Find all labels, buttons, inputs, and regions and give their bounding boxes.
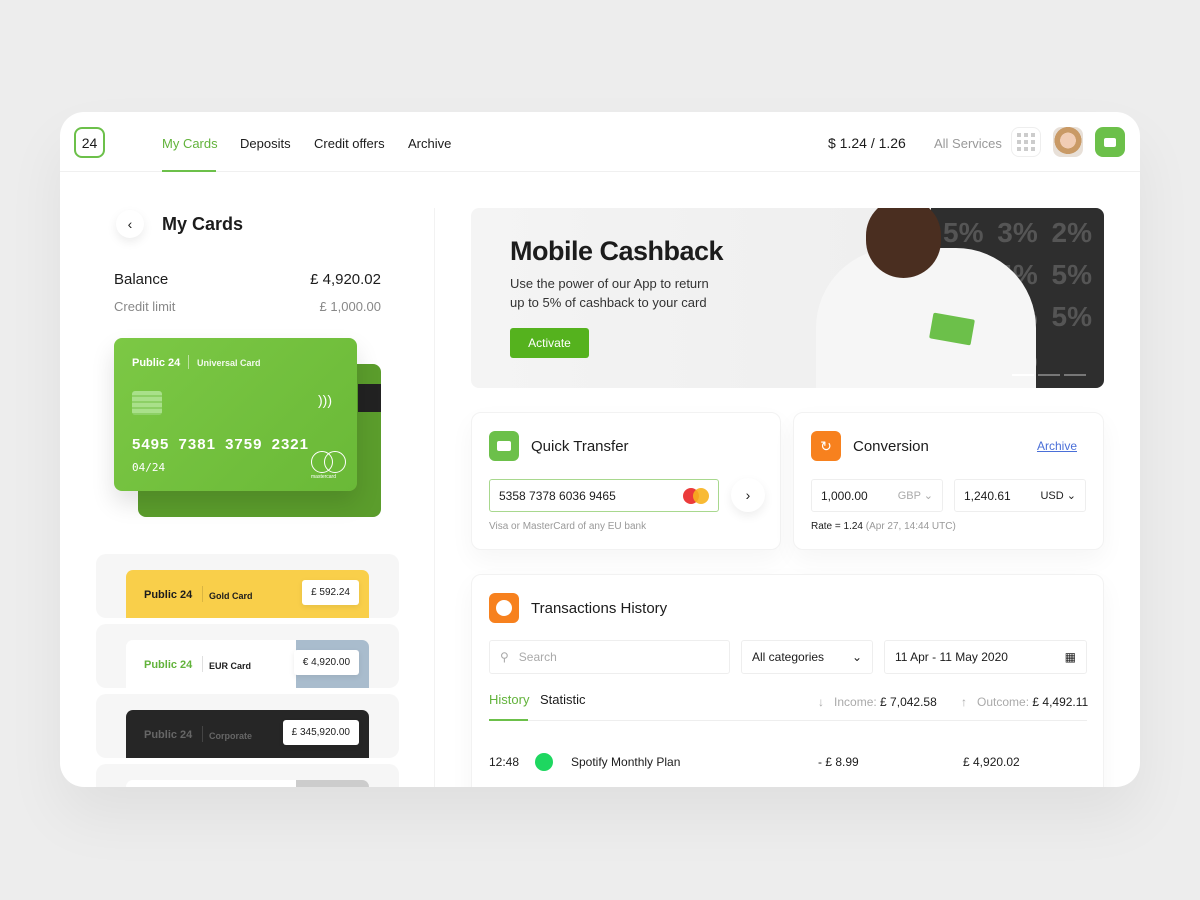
transactions-title: Transactions History [531,600,668,617]
card-number-value: 5358 7378 6036 9465 [499,488,616,503]
card-list-item[interactable]: Public 24 Gold Card £ 592.24 [96,554,399,618]
mastercard-icon [311,451,347,475]
top-bar: 24 My Cards Deposits Credit offers Archi… [60,112,1140,172]
from-amount-input[interactable]: 1,000.00 GBP ⌄ [811,479,943,512]
income-summary: ↓ Income: £ 7,042.58 [818,695,937,709]
clock-icon [489,593,519,623]
card-hint: Visa or MasterCard of any EU bank [489,521,647,532]
search-input[interactable]: ⚲ Search [489,640,730,674]
wallet-icon [489,431,519,461]
conversion-title: Conversion [853,438,929,455]
balance-label: Balance [114,271,169,288]
credit-limit-value: £ 1,000.00 [319,299,381,314]
apps-grid-icon[interactable] [1011,127,1041,157]
card-type: Universal Card [197,358,261,368]
card-brand: Public 24 [144,589,193,601]
card-list-item[interactable]: Public 24 EUR Card € 4,920.00 [96,624,399,688]
carousel-indicators[interactable] [1012,374,1086,376]
transaction-amount: - £ 8.99 [818,755,859,769]
card-number: 5495 7381 3759 2321 [132,436,309,453]
date-range-picker[interactable]: 11 Apr - 11 May 2020 ▦ [884,640,1087,674]
tab-statistic[interactable]: Statistic [540,692,586,707]
cashback-banner: Mobile Cashback Use the power of our App… [471,208,1104,388]
main-card[interactable]: Public 24 Universal Card ))) 5495 7381 3… [114,338,357,491]
archive-link[interactable]: Archive [1037,439,1077,453]
app-window: 24 My Cards Deposits Credit offers Archi… [60,112,1140,787]
activate-button[interactable]: Activate [510,328,589,358]
card-brand: Public 24 [144,659,193,671]
card-type: Corporate [209,731,253,741]
back-button[interactable]: ‹ [116,210,144,238]
send-button[interactable]: › [731,478,765,512]
column-divider [434,208,435,787]
to-amount-input[interactable]: 1,240.61 USD ⌄ [954,479,1086,512]
card-network: mastercard [311,474,337,480]
card-brand: Public 24 [132,357,181,369]
contactless-icon: ))) [318,392,332,408]
card-amount: € 4,920.00 [293,650,359,675]
exchange-rate: $ 1.24 / 1.26 [828,135,906,151]
conversion-panel: ↻ Conversion Archive 1,000.00 GBP ⌄ 1,240… [793,412,1104,550]
chip-icon [132,391,162,415]
page-title: My Cards [162,214,244,234]
credit-limit-label: Credit limit [114,299,176,314]
tab-history[interactable]: History [489,692,529,707]
calendar-icon: ▦ [1064,650,1076,664]
card-amount: £ 345,920.00 [282,720,359,745]
banner-text: Use the power of our App to return up to… [510,276,709,310]
search-icon: ⚲ [500,650,509,664]
spotify-icon [535,753,553,771]
banner-title: Mobile Cashback [510,236,724,266]
all-services-link[interactable]: All Services [934,136,1002,151]
nav-deposits[interactable]: Deposits [240,136,291,151]
exchange-icon: ↻ [811,431,841,461]
nav-active-indicator [162,170,216,172]
logo[interactable]: 24 [74,127,105,158]
card-type: EUR Card [209,661,252,671]
arrow-down-icon: ↓ [818,695,824,709]
card-amount: £ 592.24 [302,580,359,605]
quick-transfer-panel: Quick Transfer 5358 7378 6036 9465 › Vis… [471,412,781,550]
category-select[interactable]: All categories ⌄ [741,640,873,674]
from-currency-select[interactable]: GBP ⌄ [898,489,933,502]
messages-icon[interactable] [1095,127,1125,157]
card-number-input[interactable]: 5358 7378 6036 9465 [489,479,719,512]
nav-archive[interactable]: Archive [408,136,451,151]
balance-value: £ 4,920.02 [310,271,381,288]
mastercard-icon [683,487,709,504]
chevron-right-icon: › [745,487,751,503]
from-amount: 1,000.00 [821,488,868,503]
chevron-down-icon: ⌄ [851,650,862,664]
outcome-summary: ↑ Outcome: £ 4,492.11 [961,695,1089,709]
card-brand: Public 24 [144,729,193,741]
transaction-balance: £ 4,920.02 [963,755,1020,769]
to-amount: 1,240.61 [964,488,1011,503]
arrow-up-icon: ↑ [961,695,967,709]
rate-info: Rate = 1.24 (Apr 27, 14:44 UTC) [811,521,956,532]
transaction-name[interactable]: Spotify Monthly Plan [571,755,680,769]
card-type: Gold Card [209,591,253,601]
nav-my-cards[interactable]: My Cards [162,136,218,151]
quick-transfer-title: Quick Transfer [531,438,629,455]
to-currency-select[interactable]: USD ⌄ [1040,489,1076,502]
card-expiry: 04/24 [132,461,166,474]
transactions-panel: Transactions History ⚲ Search All categor… [471,574,1104,787]
card-list-item[interactable]: Public 24 Corporate £ 345,920.00 [96,694,399,758]
avatar[interactable] [1053,127,1083,157]
nav-credit-offers[interactable]: Credit offers [314,136,385,151]
transaction-time: 12:48 [489,755,520,769]
chevron-left-icon: ‹ [127,216,133,232]
card-list-item[interactable] [96,764,399,787]
